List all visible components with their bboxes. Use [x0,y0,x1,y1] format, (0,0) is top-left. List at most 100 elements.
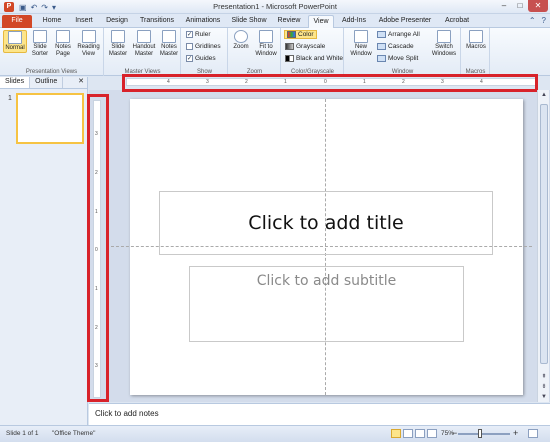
normal-view-icon[interactable] [391,429,401,438]
color-grayscale-group: Color Grayscale Black and White Color/Gr… [282,28,344,76]
normal-view-icon [8,31,22,44]
slides-pane: Slides Outline ✕ 1 [0,77,88,425]
checkbox-unchecked-icon [186,43,193,50]
reading-view-icon [81,30,96,43]
next-slide-icon[interactable]: ⇟ [538,382,550,392]
new-window-button[interactable]: New Window [347,30,375,58]
ruler-highlight-box [87,94,109,402]
zoom-out-icon[interactable]: − [452,428,457,438]
magnifier-icon [234,30,248,43]
window-controls: – □ ✕ [496,0,548,12]
color-button[interactable]: Color [284,30,317,39]
zoom-slider[interactable] [458,433,510,435]
subtitle-placeholder[interactable]: Click to add subtitle [189,266,464,342]
fit-window-icon [259,30,273,43]
notes-page-button[interactable]: Notes Page [52,30,74,58]
slide-sorter-icon [33,30,47,43]
slide-thumbnail[interactable] [16,93,84,144]
status-bar: Slide 1 of 1 "Office Theme" 75% − + [0,425,550,442]
cascade-icon [377,43,386,50]
tab-slides[interactable]: Slides [0,77,31,88]
tab-transitions[interactable]: Transitions [136,15,178,28]
scrollbar-thumb[interactable] [540,104,548,364]
vertical-scrollbar[interactable]: ▲ ⇞ ⇟ ▼ [537,90,549,402]
zoom-slider-knob[interactable] [478,429,482,438]
tab-outline[interactable]: Outline [30,77,64,88]
arrange-all-icon [377,31,386,38]
help-icon[interactable]: ? [542,16,546,25]
notes-pane[interactable]: Click to add notes [89,403,550,425]
slide-master-icon [111,30,125,43]
handout-master-icon [137,30,151,43]
reading-view-button[interactable]: Reading View [75,30,102,58]
pane-tabs: Slides Outline ✕ [0,77,87,89]
tab-insert[interactable]: Insert [70,15,98,28]
fit-slide-icon[interactable] [528,429,538,438]
gridlines-checkbox[interactable]: Gridlines [186,43,221,50]
slide-sorter-icon[interactable] [403,429,413,438]
zoom-in-icon[interactable]: + [513,428,518,438]
theme-name[interactable]: "Office Theme" [52,430,95,437]
group-label: Presentation Views [25,69,78,75]
guides-checkbox[interactable]: ✓ Guides [186,55,216,62]
slide-show-icon[interactable] [427,429,437,438]
notes-master-button[interactable]: Notes Master [158,30,180,58]
show-group: ✓ Ruler Gridlines ✓ Guides Show [182,28,228,76]
ribbon-controls: ⌃ ? [529,16,546,25]
switch-windows-button[interactable]: Switch Windows [429,30,459,58]
minimize-button[interactable]: – [496,0,512,12]
black-and-white-button[interactable]: Black and White [285,55,343,62]
tab-acrobat[interactable]: Acrobat [440,15,474,28]
scroll-down-icon[interactable]: ▼ [538,392,550,402]
macros-group: Macros Macros [462,28,490,76]
scroll-up-icon[interactable]: ▲ [538,90,550,100]
slide-count: Slide 1 of 1 [6,430,39,437]
switch-windows-icon [437,30,451,43]
new-window-icon [354,30,368,43]
maximize-button[interactable]: □ [512,0,528,12]
checkbox-checked-icon: ✓ [186,55,193,62]
tab-home[interactable]: Home [38,15,66,28]
macros-icon [469,30,483,43]
tab-view[interactable]: View [308,15,334,28]
previous-slide-icon[interactable]: ⇞ [538,372,550,382]
tab-design[interactable]: Design [102,15,132,28]
normal-view-button[interactable]: Normal [3,30,27,53]
reading-view-icon[interactable] [415,429,425,438]
fit-to-window-button[interactable]: Fit to Window [252,30,280,58]
close-button[interactable]: ✕ [528,0,548,12]
tab-add-ins[interactable]: Add-Ins [338,15,370,28]
slide-sorter-button[interactable]: Slide Sorter [28,30,52,58]
slide-master-button[interactable]: Slide Master [107,30,129,58]
slide-number: 1 [8,95,12,102]
ruler-highlight-box [122,74,538,92]
ruler-checkbox[interactable]: ✓ Ruler [186,31,211,38]
zoom-button[interactable]: Zoom [231,30,251,51]
notes-master-icon [162,30,176,43]
cascade-button[interactable]: Cascade [377,43,414,50]
close-pane-icon[interactable]: ✕ [78,77,84,88]
ribbon-tabs: File Home Insert Design Transitions Anim… [0,14,550,28]
notes-placeholder: Click to add notes [95,409,159,418]
arrange-all-button[interactable]: Arrange All [377,31,420,38]
handout-master-button[interactable]: Handout Master [131,30,157,58]
tab-file[interactable]: File [2,15,32,28]
color-swatch-icon [287,31,296,38]
grayscale-button[interactable]: Grayscale [285,43,325,50]
tab-animations[interactable]: Animations [182,15,224,28]
minimize-ribbon-icon[interactable]: ⌃ [529,16,536,25]
move-split-icon [377,55,386,62]
tab-adobe-presenter[interactable]: Adobe Presenter [374,15,436,28]
checkbox-checked-icon: ✓ [186,31,193,38]
move-split-button[interactable]: Move Split [377,55,418,62]
tab-slide-show[interactable]: Slide Show [228,15,270,28]
title-placeholder[interactable]: Click to add title [159,191,493,255]
title-bar: P ▣ ↶ ↷ ▾ Presentation1 - Microsoft Powe… [0,0,550,14]
window-title: Presentation1 - Microsoft PowerPoint [213,2,337,11]
bw-swatch-icon [285,55,294,62]
macros-button[interactable]: Macros [464,30,488,51]
ribbon: Normal Slide Sorter Notes Page Reading V… [0,28,550,76]
zoom-group: Zoom Fit to Window Zoom [229,28,281,76]
notes-page-icon [56,30,70,43]
tab-review[interactable]: Review [274,15,304,28]
